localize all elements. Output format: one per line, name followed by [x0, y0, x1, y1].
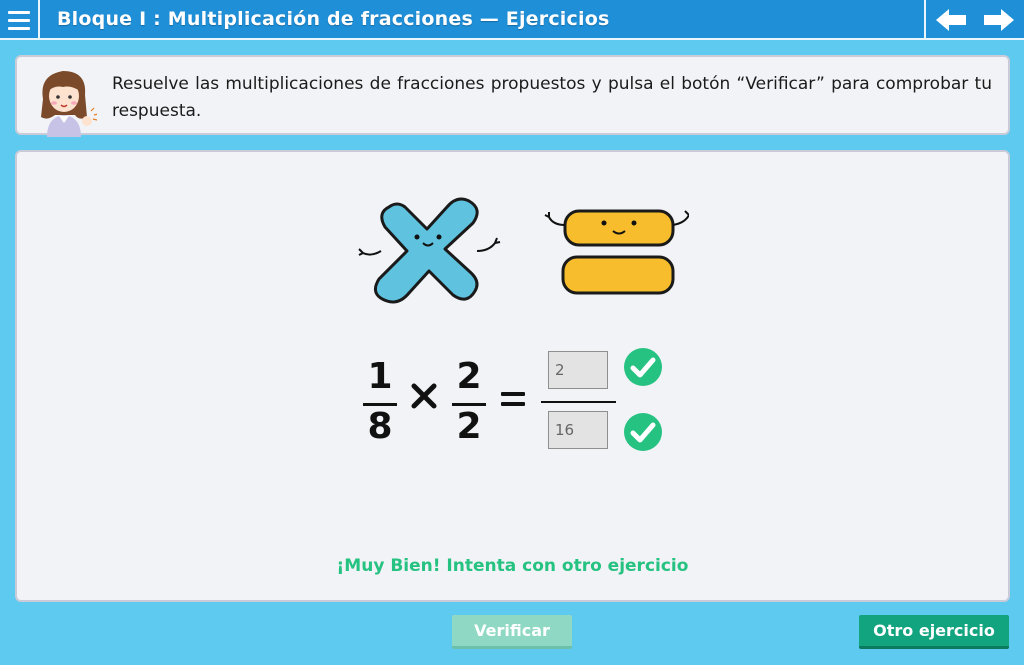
arrow-right-icon[interactable]: [984, 9, 1014, 31]
times-icon: [411, 383, 437, 409]
mascots-illustration: [358, 197, 689, 304]
fraction-1-numerator: 1: [367, 356, 393, 397]
check-circle-icon: [624, 413, 662, 451]
fraction-2-denominator: 2: [456, 406, 482, 447]
teacher-avatar-icon: [41, 71, 97, 137]
equals-mascot-icon: [544, 209, 689, 295]
nav-arrows: [924, 0, 1024, 40]
check-circle-icon: [624, 348, 662, 386]
instruction-box: Resuelve las multiplicaciones de fraccio…: [15, 55, 1010, 137]
fraction-1-denominator: 8: [367, 406, 393, 447]
equals-icon: [501, 392, 525, 412]
answer-fraction-bar: [541, 401, 616, 403]
feedback-message: ¡Muy Bien! Intenta con otro ejercicio: [336, 556, 689, 576]
hamburger-menu-icon[interactable]: [0, 0, 40, 40]
multiply-mascot-icon: [358, 197, 501, 304]
arrow-left-icon[interactable]: [936, 9, 966, 31]
instruction-text: Resuelve las multiplicaciones de fraccio…: [112, 74, 992, 121]
answer-numerator-input[interactable]: 2: [548, 351, 608, 389]
fraction-2-numerator: 2: [456, 356, 482, 397]
exercise-panel: 1 8 2 2 2 16 ¡Muy Bien! Intenta con otro…: [15, 150, 1010, 602]
page-title: Bloque I : Multiplicación de fracciones …: [57, 8, 610, 30]
other-exercise-button[interactable]: Otro ejercicio: [859, 615, 1009, 649]
app-header: Bloque I : Multiplicación de fracciones …: [0, 0, 1024, 40]
answer-denominator-input[interactable]: 16: [548, 411, 608, 449]
verify-button[interactable]: Verificar: [452, 615, 572, 649]
